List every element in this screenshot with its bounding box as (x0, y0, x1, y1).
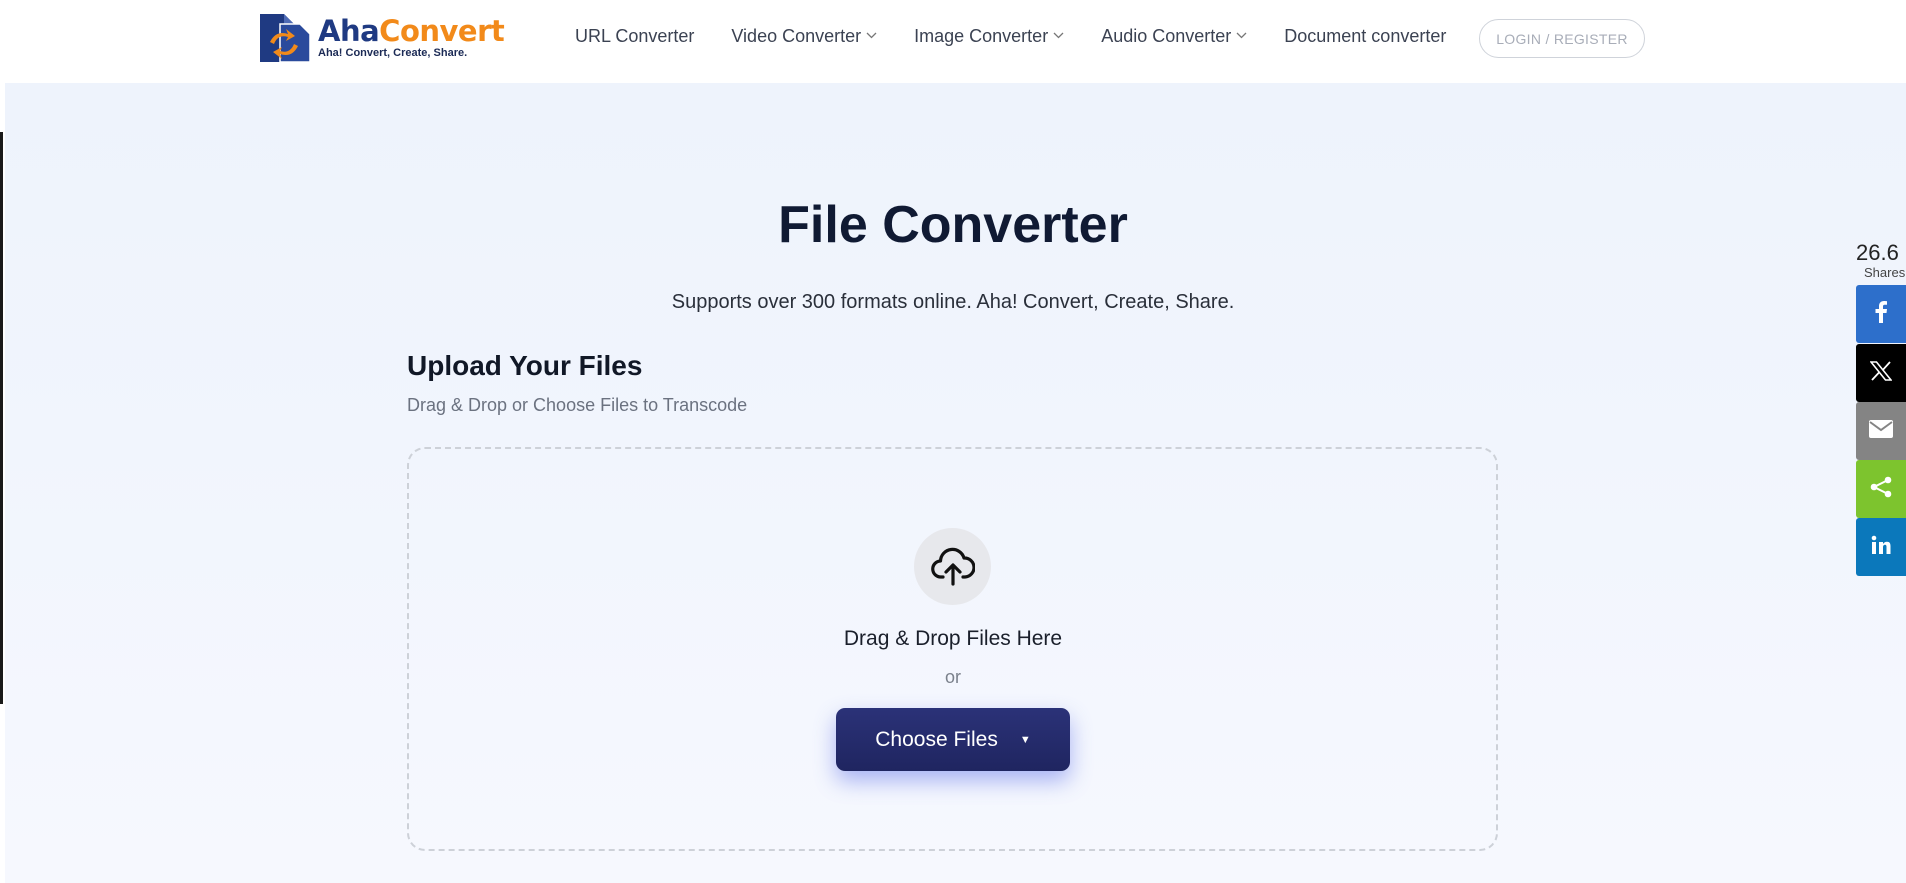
nav-image-converter[interactable]: Image Converter (914, 26, 1064, 47)
logo-tagline: Aha! Convert, Create, Share. (318, 47, 468, 59)
chevron-down-icon (1236, 30, 1247, 42)
linkedin-share-button[interactable] (1856, 518, 1906, 576)
site-header: AhaConvert Aha! Convert, Create, Share. … (0, 0, 1906, 83)
share-counter: 26.6 Shares (1856, 240, 1906, 280)
share-icon (1869, 475, 1893, 504)
nav-label: Image Converter (914, 26, 1049, 46)
upload-title: Upload Your Files (407, 350, 643, 381)
upload-subtitle: Drag & Drop or Choose Files to Transcode (407, 395, 748, 415)
choose-files-label: Choose Files (875, 727, 998, 751)
chevron-down-icon (1053, 30, 1064, 42)
page-subtitle: Supports over 300 formats online. Aha! C… (671, 291, 1235, 313)
mail-icon (1868, 419, 1894, 444)
nav-audio-converter[interactable]: Audio Converter (1101, 26, 1247, 47)
page-title: File Converter (778, 196, 1128, 254)
linkedin-icon (1871, 535, 1891, 560)
facebook-share-button[interactable] (1856, 285, 1906, 343)
x-icon (1869, 360, 1893, 386)
nav-label: Video Converter (731, 26, 862, 46)
email-share-button[interactable] (1856, 402, 1906, 460)
logo-icon (258, 12, 314, 64)
login-register-button[interactable]: LOGIN / REGISTER (1479, 19, 1645, 58)
chevron-down-icon (866, 30, 877, 42)
logo-text: AhaConvert Aha! Convert, Create, Share. (318, 14, 505, 59)
drop-instructions: Drag & Drop Files Here (843, 627, 1063, 650)
main-nav: URL Converter Video Converter Image Conv… (575, 26, 1483, 47)
logo-word-convert: Convert (379, 14, 505, 48)
share-count-label: Shares (1864, 265, 1906, 280)
nav-label: Document converter (1284, 26, 1447, 46)
caret-down-icon: ▼ (1019, 733, 1031, 746)
x-share-button[interactable] (1856, 344, 1906, 402)
generic-share-button[interactable] (1856, 460, 1906, 518)
logo-word-aha: Aha (318, 14, 380, 48)
nav-label: URL Converter (575, 26, 695, 46)
cloud-upload-icon (914, 528, 991, 605)
or-separator: or (944, 667, 961, 687)
logo-wordmark: AhaConvert (318, 14, 505, 48)
logo[interactable]: AhaConvert Aha! Convert, Create, Share. (258, 12, 505, 64)
nav-video-converter[interactable]: Video Converter (731, 26, 877, 47)
nav-label: Audio Converter (1101, 26, 1232, 46)
nav-document-converter[interactable]: Document converter (1284, 26, 1446, 47)
nav-url-converter[interactable]: URL Converter (575, 26, 694, 47)
share-count: 26.6 (1856, 240, 1899, 265)
choose-files-button[interactable]: Choose Files ▼ (836, 708, 1070, 771)
facebook-icon (1874, 300, 1888, 328)
page: AhaConvert Aha! Convert, Create, Share. … (0, 0, 1906, 883)
